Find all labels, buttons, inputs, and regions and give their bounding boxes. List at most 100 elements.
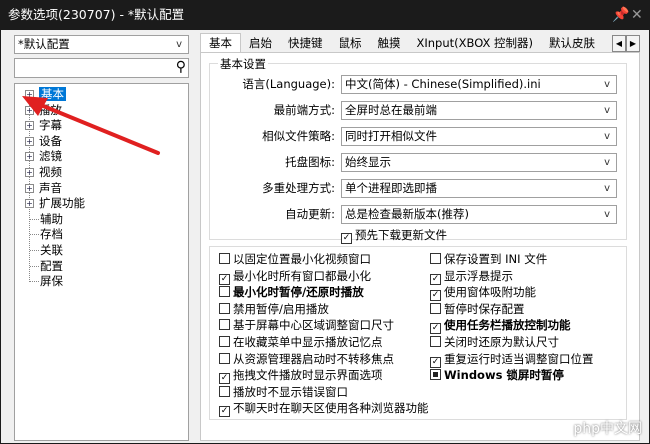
expand-icon[interactable]: + (25, 152, 34, 162)
chevron-down-icon: v (604, 131, 610, 142)
chevron-down-icon: v (176, 39, 182, 50)
settings-tree[interactable]: + 基本 + 播放 + 字幕 + 设备 + 滤镜 + 视频 + 声音 + 扩展功能 辅助 存档 关联 配置 屏保 (14, 83, 189, 441)
option-checkbox[interactable]: 保存设置到 INI 文件 (430, 251, 547, 267)
checkbox-icon: ✓ (219, 273, 230, 285)
tree-item[interactable]: + 扩展功能 (25, 196, 85, 211)
checkbox-icon: ✓ (341, 233, 352, 244)
search-input[interactable]: ⚲ (14, 58, 189, 78)
option-checkbox[interactable]: Windows 锁屏时暂停 (430, 367, 564, 383)
tab[interactable]: 基本 (200, 33, 241, 53)
tree-item[interactable]: + 字幕 (25, 118, 62, 133)
option-checkbox[interactable]: ✓ 拖拽文件播放时显示界面选项 (219, 367, 383, 385)
setting-label: 多重处理方式: (262, 181, 335, 195)
setting-select[interactable]: 始终显示 v (341, 153, 617, 172)
checkbox-icon: ✓ (430, 290, 441, 302)
checkbox-label: 保存设置到 INI 文件 (444, 252, 548, 266)
window-title: 参数选项(230707) - *默认配置 (8, 7, 185, 22)
tab-scroll: ◀ ▶ (612, 35, 640, 52)
option-checkbox[interactable]: 在收藏菜单中显示播放记忆点 (219, 334, 383, 350)
checkbox-icon (219, 286, 230, 298)
tree-connector (30, 265, 39, 267)
tab[interactable]: XInput(XBOX 控制器) (409, 34, 542, 53)
tree-item[interactable]: + 基本 (25, 87, 66, 102)
option-checkbox[interactable]: 播放时不显示错误窗口 (219, 384, 348, 400)
option-checkbox[interactable]: 禁用暂停/启用播放 (219, 301, 329, 317)
checkbox-icon (219, 302, 230, 314)
select-value: 全屏时总在最前端 (345, 103, 437, 117)
checkbox-icon (430, 253, 441, 264)
tab[interactable]: 启始 (241, 34, 280, 53)
tab-panel-basic: 基本设置 语言(Language): 中文(简体) - Chinese(Simpl… (200, 52, 640, 441)
checkbox-icon (430, 302, 441, 314)
expand-icon[interactable]: + (25, 183, 34, 193)
tree-connector (30, 281, 39, 283)
setting-label: 最前端方式: (273, 103, 335, 117)
setting-select[interactable]: 单个进程即选即播 v (341, 179, 617, 198)
tree-item-label: 存档 (40, 227, 63, 242)
option-checkbox[interactable]: ✓ 使用任务栏播放控制功能 (430, 317, 571, 335)
option-checkbox[interactable]: 暂停时保存配置 (430, 301, 525, 317)
setting-select[interactable]: 总是检查最新版本(推荐) v (341, 205, 617, 224)
option-checkbox[interactable]: ✓ 最小化时所有窗口都最小化 (219, 268, 371, 285)
search-icon[interactable]: ⚲ (176, 59, 186, 75)
select-value: 总是检查最新版本(推荐) (345, 207, 469, 221)
tree-item-label: 设备 (39, 133, 62, 148)
option-checkbox[interactable]: ✓ 使用窗体吸附功能 (430, 284, 536, 302)
tree-item[interactable]: + 声音 (25, 181, 62, 196)
checkbox-icon (219, 352, 230, 364)
checkbox-label: 使用窗体吸附功能 (444, 285, 536, 300)
option-checkbox[interactable]: ✓ 重复运行时适当调整窗口位置 (430, 351, 594, 368)
expand-icon[interactable]: + (25, 90, 34, 99)
tree-item[interactable]: 存档 (25, 227, 63, 242)
option-checkbox[interactable]: ✓ 不聊天时在聊天区使用各种浏览器功能 (219, 400, 429, 418)
setting-select[interactable]: 全屏时总在最前端 v (341, 101, 617, 120)
checkbox-label: 播放时不显示错误窗口 (233, 384, 348, 399)
tree-item-label: 配置 (40, 258, 63, 273)
tree-item-label: 声音 (39, 180, 62, 195)
tree-connector (30, 250, 39, 251)
tab-scroll-right-icon[interactable]: ▶ (626, 35, 640, 52)
pin-icon[interactable]: 📌 (612, 0, 629, 30)
checkbox-label: 最小化时所有窗口都最小化 (233, 268, 371, 283)
option-checkbox[interactable]: ✓ 显示浮悬提示 (430, 268, 513, 285)
expand-icon[interactable]: + (25, 168, 34, 177)
tree-item[interactable]: + 滤镜 (25, 149, 62, 164)
checkbox-label: 从资源管理器启动时不转移焦点 (233, 351, 394, 366)
expand-icon[interactable]: + (25, 105, 34, 115)
tree-item[interactable]: 屏保 (25, 274, 63, 289)
checkbox-label: 不聊天时在聊天区使用各种浏览器功能 (233, 401, 429, 416)
option-checkbox[interactable]: 关闭时还原为默认尺寸 (430, 334, 559, 350)
tree-item[interactable]: 配置 (25, 259, 63, 274)
checkbox-label: Windows 锁屏时暂停 (444, 368, 564, 383)
tab-scroll-left-icon[interactable]: ◀ (612, 35, 626, 52)
expand-icon[interactable]: + (25, 136, 34, 146)
select-value: 始终显示 (345, 155, 391, 169)
tree-item[interactable]: 辅助 (25, 212, 63, 227)
checkbox-icon (219, 253, 230, 264)
checkbox-label: 在收藏菜单中显示播放记忆点 (233, 335, 383, 349)
predownload-checkbox[interactable]: ✓ 预先下载更新文件 (341, 227, 447, 244)
option-checkbox[interactable]: 以固定位置最小化视频窗口 (219, 251, 371, 267)
tree-item[interactable]: + 播放 (25, 103, 62, 118)
option-checkbox[interactable]: 从资源管理器启动时不转移焦点 (219, 351, 394, 367)
tree-item-label: 播放 (39, 102, 62, 117)
tree-item[interactable]: 关联 (25, 243, 63, 258)
watermark: php中文网 (573, 421, 642, 437)
close-icon[interactable]: ✕ (631, 0, 643, 30)
select-value: 单个进程即选即播 (345, 181, 437, 195)
option-checkbox[interactable]: 基于屏幕中心区域调整窗口尺寸 (219, 317, 394, 333)
tab[interactable]: 触摸 (370, 34, 409, 53)
tab[interactable]: 选 (603, 34, 610, 53)
tree-item[interactable]: + 视频 (25, 165, 62, 180)
setting-select[interactable]: 中文(简体) - Chinese(Simplified).ini v (341, 75, 617, 94)
setting-select[interactable]: 同时打开相似文件 v (341, 127, 617, 146)
tree-item[interactable]: + 设备 (25, 134, 62, 149)
tab[interactable]: 快捷键 (280, 34, 331, 53)
checkbox-icon: ✓ (219, 406, 230, 418)
expand-icon[interactable]: + (25, 199, 34, 209)
expand-icon[interactable]: + (25, 121, 34, 131)
tab[interactable]: 鼠标 (331, 34, 370, 53)
option-checkbox[interactable]: 最小化时暂停/还原时播放 (219, 284, 364, 300)
tab[interactable]: 默认皮肤 (541, 34, 603, 53)
profile-select[interactable]: *默认配置 v (14, 35, 189, 54)
